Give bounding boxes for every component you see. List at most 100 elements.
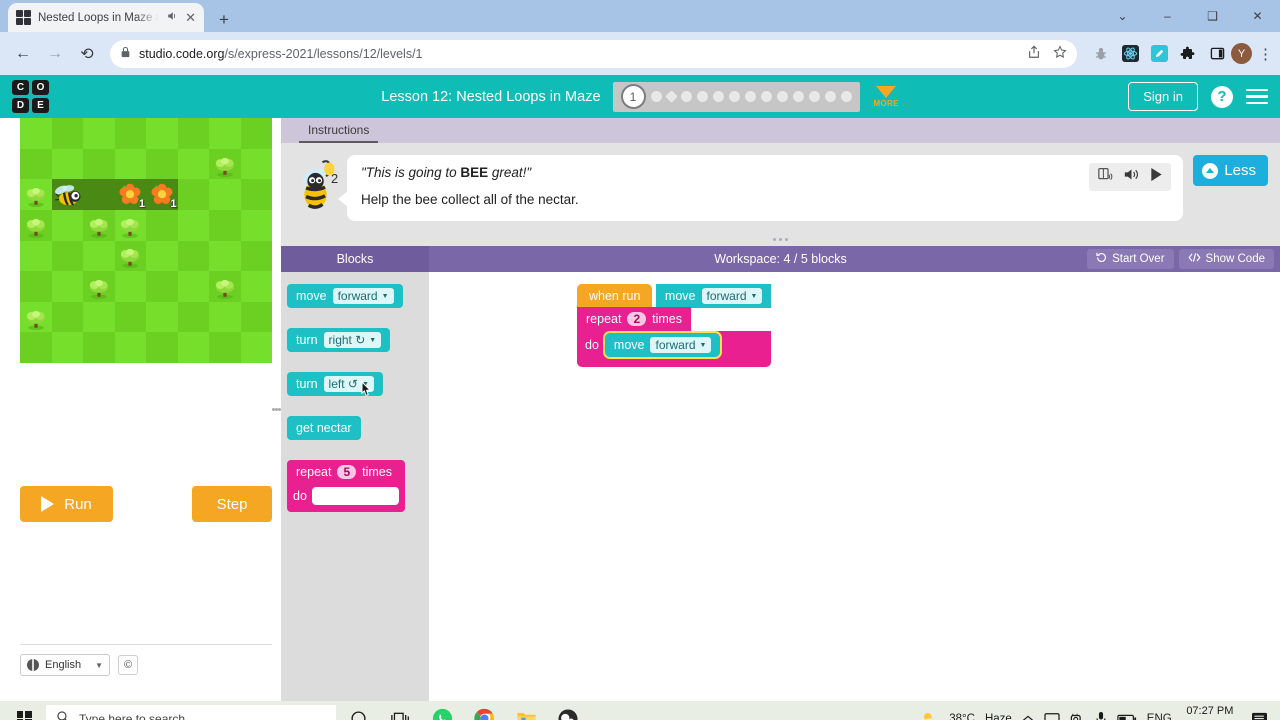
hamburger-icon[interactable] xyxy=(1246,88,1268,105)
three-dot-menu-icon[interactable]: ⋮ xyxy=(1258,45,1273,63)
level-bubble[interactable] xyxy=(840,91,852,102)
level-bubble[interactable] xyxy=(744,91,756,102)
task-view-icon[interactable] xyxy=(380,701,420,720)
sun-cloud-icon[interactable] xyxy=(920,710,939,720)
block-text: get nectar xyxy=(296,421,352,435)
star-icon[interactable] xyxy=(1053,45,1067,62)
level-bubble[interactable] xyxy=(728,91,740,102)
show-code-button[interactable]: Show Code xyxy=(1178,249,1274,269)
minimize-icon[interactable]: – xyxy=(1145,0,1190,32)
forward-arrow-icon[interactable]: → xyxy=(40,39,70,69)
volume-icon[interactable] xyxy=(1123,167,1140,187)
share-icon[interactable] xyxy=(1027,45,1041,62)
block-when-run[interactable]: when run xyxy=(577,284,653,308)
program-stack[interactable]: when run move forward ▼ repeat 2 times d… xyxy=(577,284,772,367)
step-button[interactable]: Step xyxy=(192,486,272,522)
more-levels-button[interactable]: MORE xyxy=(874,85,899,108)
block-field-number[interactable]: 2 xyxy=(627,312,647,326)
language-label: English xyxy=(45,659,82,671)
palette-block-move-forward[interactable]: move forward ▼ xyxy=(287,284,429,308)
microphone-icon[interactable] xyxy=(1095,711,1107,720)
level-bubble[interactable] xyxy=(650,91,662,102)
level-bubble[interactable] xyxy=(776,91,788,102)
help-icon[interactable]: ? xyxy=(1211,85,1233,108)
palette-block-get-nectar[interactable]: get nectar xyxy=(287,416,429,440)
tab-audio-icon[interactable] xyxy=(166,10,178,25)
maze-cell xyxy=(240,148,272,180)
level-bubble[interactable] xyxy=(696,91,708,102)
file-explorer-icon[interactable] xyxy=(506,701,546,720)
start-button[interactable] xyxy=(4,701,44,720)
battery-icon[interactable] xyxy=(1117,713,1137,720)
block-do-slot[interactable] xyxy=(311,487,399,505)
block-inner-move-forward[interactable]: move forward ▼ xyxy=(602,331,723,359)
less-button[interactable]: Less xyxy=(1193,155,1268,186)
puzzle-piece-icon[interactable] xyxy=(1178,44,1198,64)
camera-icon[interactable] xyxy=(1070,712,1085,720)
cortana-icon[interactable] xyxy=(338,701,378,720)
palette-block-turn-right[interactable]: turn right ↻ ▼ xyxy=(287,328,429,352)
sign-in-button[interactable]: Sign in xyxy=(1128,82,1198,111)
back-arrow-icon[interactable]: ← xyxy=(8,39,38,69)
palette-block-turn-left[interactable]: turn left ↺ ▼ xyxy=(287,372,429,397)
window-close-icon[interactable]: ✕ xyxy=(1235,0,1280,32)
block-field-dropdown[interactable]: right ↻ ▼ xyxy=(323,332,382,348)
level-bubble[interactable] xyxy=(808,91,820,102)
block-field-dropdown[interactable]: forward ▼ xyxy=(701,288,763,304)
level-bubble-diamond[interactable] xyxy=(664,90,678,103)
palette-block-repeat[interactable]: repeat 5 times do xyxy=(287,460,405,512)
notification-center-icon[interactable]: 6 xyxy=(1248,708,1270,720)
sidebar-panel-icon[interactable] xyxy=(1207,44,1227,64)
pane-drag-handle[interactable] xyxy=(272,118,281,701)
maze-cell xyxy=(177,118,209,149)
monitor-icon[interactable] xyxy=(1044,712,1060,720)
editor-pencil-icon[interactable] xyxy=(1149,44,1169,64)
level-bubble-current[interactable]: 1 xyxy=(620,84,646,109)
taskbar-search[interactable]: Type here to search xyxy=(46,705,336,720)
level-bubble[interactable] xyxy=(792,91,804,102)
copyright-button[interactable]: © xyxy=(118,655,138,675)
browser-tab[interactable]: Nested Loops in Maze #1 | E ✕ xyxy=(8,3,204,32)
tab-close-icon[interactable]: ✕ xyxy=(185,11,196,24)
whatsapp-icon[interactable] xyxy=(422,701,462,720)
block-field-dropdown[interactable]: left ↺ ▼ xyxy=(323,376,374,392)
level-bubble[interactable] xyxy=(760,91,772,102)
block-field-dropdown[interactable]: forward ▼ xyxy=(650,337,712,353)
tab-search-chevron-icon[interactable]: ⌄ xyxy=(1100,0,1145,32)
maximize-icon[interactable]: ❑ xyxy=(1190,0,1235,32)
react-devtools-icon[interactable] xyxy=(1120,44,1140,64)
obs-icon[interactable] xyxy=(548,701,588,720)
app-body: 1 1 Run Step English ▼ © Instructions 2 … xyxy=(0,118,1280,701)
maze-cell xyxy=(20,301,52,333)
block-move-forward[interactable]: move forward ▼ xyxy=(655,284,772,308)
bug-icon[interactable] xyxy=(1091,44,1111,64)
chrome-icon[interactable] xyxy=(464,701,504,720)
block-field-number[interactable]: 5 xyxy=(337,465,357,479)
read-aloud-icon[interactable] xyxy=(1097,167,1114,187)
maze-cell xyxy=(114,332,146,363)
restore-icon xyxy=(1096,252,1107,266)
maze-cell xyxy=(209,118,241,149)
profile-avatar[interactable]: Y xyxy=(1231,43,1252,64)
reload-icon[interactable]: ⟲ xyxy=(72,39,102,69)
play-icon[interactable] xyxy=(1149,167,1163,187)
language-select[interactable]: English ▼ xyxy=(20,654,110,676)
taskbar-clock[interactable]: 07:27 PM 09-05-2022 xyxy=(1182,705,1238,720)
blocks-palette[interactable]: move forward ▼ turn right ↻ ▼ turn left ↺ ▼ xyxy=(281,272,429,701)
maze-grid[interactable]: 1 1 xyxy=(20,118,272,363)
new-tab-button[interactable]: + xyxy=(213,11,235,28)
input-language[interactable]: ENG xyxy=(1147,713,1172,720)
code-org-logo[interactable]: C O D E xyxy=(12,80,49,113)
block-repeat[interactable]: repeat 2 times do move forward ▼ xyxy=(577,307,772,367)
level-bubble[interactable] xyxy=(824,91,836,102)
chevron-up-icon[interactable] xyxy=(1022,714,1034,720)
run-button[interactable]: Run xyxy=(20,486,113,522)
level-bubble[interactable] xyxy=(680,91,692,102)
start-over-button[interactable]: Start Over xyxy=(1087,249,1174,269)
level-bubble[interactable] xyxy=(712,91,724,102)
address-bar[interactable]: studio.code.org/s/express-2021/lessons/1… xyxy=(110,39,1077,68)
instructions-resize-handle[interactable] xyxy=(281,233,1280,246)
block-field-dropdown[interactable]: forward ▼ xyxy=(332,288,394,304)
tab-instructions[interactable]: Instructions xyxy=(299,123,379,143)
blockly-canvas[interactable]: when run move forward ▼ repeat 2 times d… xyxy=(429,272,1280,701)
